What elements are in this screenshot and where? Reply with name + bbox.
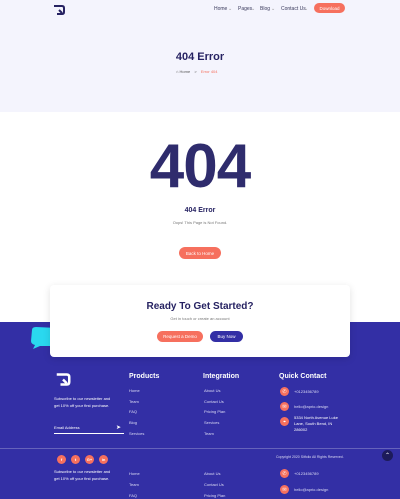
logo-icon[interactable] [52, 4, 66, 16]
newsletter-email-input[interactable]: Email Address [54, 425, 124, 434]
footer-logo-icon[interactable] [54, 372, 72, 387]
footer-link-team-dup[interactable]: Team [129, 482, 139, 487]
footer-link-about[interactable]: About Us [204, 388, 220, 393]
phone-icon: ✆ [280, 469, 289, 478]
footer-link-about-dup[interactable]: About Us [204, 471, 220, 476]
footer-link-faq[interactable]: FAQ [129, 409, 137, 414]
footer-link-contact[interactable]: Contact Us [204, 399, 224, 404]
cta-card [50, 285, 350, 357]
twitter-icon[interactable]: t [71, 455, 80, 464]
page-title: 404 Error [175, 51, 225, 63]
scroll-to-top-button[interactable]: ⌃ [382, 450, 393, 461]
contact-phone-dup[interactable]: +0123456789 [294, 471, 319, 476]
nav-blog[interactable]: Blog [260, 6, 270, 12]
error-message: Oops! This Page is Not Found. [172, 220, 228, 225]
facebook-icon[interactable]: f [57, 455, 66, 464]
quick-contact-heading: Quick Contact [279, 373, 327, 380]
cta-subtitle: Get in touch or create an account [170, 316, 230, 321]
back-home-button[interactable]: Back to Home [179, 247, 221, 259]
breadcrumb: ⌂ Home > Error 404 [176, 69, 218, 74]
contact-phone[interactable]: +0123456789 [294, 389, 319, 394]
footer-link-contact-dup[interactable]: Contact Us [204, 482, 224, 487]
download-button[interactable]: Download [314, 3, 345, 13]
newsletter-text-1: Subscribe to our newsletter and [54, 396, 111, 401]
contact-email-dup[interactable]: hello@aprio.design [294, 487, 328, 492]
contact-address-3: 286002 [294, 427, 308, 432]
location-icon: ⌖ [280, 417, 289, 426]
contact-email[interactable]: hello@aprio.design [294, 404, 328, 409]
cta-title: Ready To Get Started? [146, 301, 254, 312]
chevron-down-icon: ⌄ [271, 6, 276, 12]
products-heading: Products [129, 373, 160, 380]
footer-divider [0, 448, 400, 449]
breadcrumb-home[interactable]: Home [180, 69, 191, 74]
error-title: 404 Error [184, 207, 216, 214]
footer-link-services[interactable]: Services [129, 431, 144, 436]
chevron-down-icon: ⌄ [304, 6, 309, 12]
send-icon[interactable]: ➤ [116, 424, 121, 431]
footer-link-pricing-dup[interactable]: Pricing Plan [204, 493, 225, 498]
home-icon: ⌂ [176, 69, 179, 74]
breadcrumb-current: Error 404 [200, 69, 218, 74]
footer-link-team[interactable]: Team [129, 399, 139, 404]
footer-link-home-dup[interactable]: Home [129, 471, 140, 476]
phone-icon: ✆ [280, 387, 289, 396]
google-plus-icon[interactable]: G+ [85, 455, 94, 464]
linkedin-icon[interactable]: in [99, 455, 108, 464]
footer-link-pricing[interactable]: Pricing Plan [204, 409, 225, 414]
nav-home[interactable]: Home [214, 6, 227, 12]
request-demo-button[interactable]: Request a Demo [157, 331, 203, 342]
footer-link-services-2[interactable]: Services [204, 420, 219, 425]
footer-link-team-2[interactable]: Team [204, 431, 214, 436]
newsletter-text-dup-1: Subscribe to our newsletter and [54, 469, 111, 474]
newsletter-text-2: get 10% off your first purchase. [54, 403, 110, 408]
buy-now-button[interactable]: Buy Now [210, 331, 243, 342]
footer-link-home[interactable]: Home [129, 388, 140, 393]
breadcrumb-separator: > [194, 69, 197, 74]
footer-link-faq-dup[interactable]: FAQ [129, 493, 137, 498]
nav-contact[interactable]: Contact Us [281, 6, 306, 12]
chevron-down-icon: ⌄ [228, 6, 233, 12]
mail-icon: ✉ [280, 402, 289, 411]
newsletter-text-dup-2: get 10% off your first purchase. [54, 476, 110, 481]
copyright-text: Copyright 2020 Sitfolio All Rights Reser… [276, 455, 344, 459]
mail-icon: ✉ [280, 485, 289, 494]
footer-link-blog[interactable]: Blog [129, 420, 137, 425]
integration-heading: Integration [203, 373, 240, 380]
error-code: 404 [149, 132, 251, 201]
chevron-down-icon: ⌄ [251, 6, 256, 12]
